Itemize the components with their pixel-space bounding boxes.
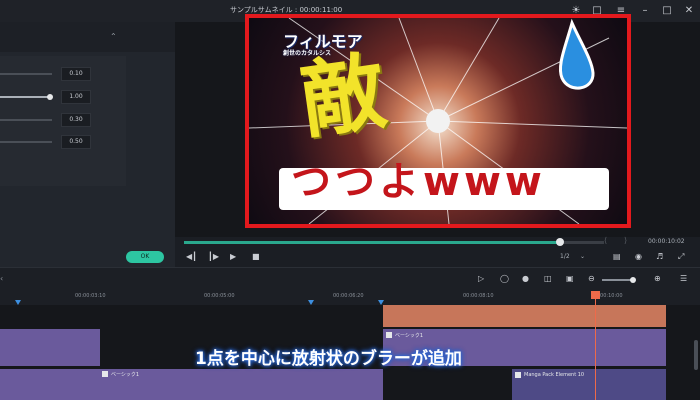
zoom-in-icon[interactable]: ⊕: [654, 274, 661, 283]
chevron-down-icon[interactable]: ⌄: [580, 253, 585, 260]
mic-icon[interactable]: ●: [522, 274, 529, 283]
param-slider[interactable]: [0, 73, 52, 75]
zoom-knob[interactable]: [630, 277, 636, 283]
timeline-toolbar: [0, 267, 700, 292]
thumbnail-big-char: 敵: [294, 41, 392, 151]
ok-button[interactable]: OK: [126, 251, 164, 263]
param-slider[interactable]: [0, 96, 50, 98]
next-marker-icon[interactable]: ⟩: [624, 236, 627, 245]
minimize-icon[interactable]: –: [638, 4, 652, 18]
playback-progress-bar[interactable]: [184, 241, 559, 244]
text-icon: [102, 371, 108, 377]
sweat-drop-shape: [558, 18, 595, 90]
settings-icon[interactable]: ☰: [680, 274, 687, 283]
thumbnail-caption: つつよwww: [291, 159, 546, 205]
param-value-field[interactable]: 0.10: [61, 67, 91, 81]
video-clip[interactable]: [0, 329, 100, 366]
text-icon: [386, 332, 392, 338]
maximize-icon[interactable]: □: [660, 4, 674, 18]
clip-label: Manga Pack Element 10: [524, 372, 585, 378]
playback-progress-remaining[interactable]: [559, 241, 604, 244]
current-timecode: 00:00:10:02: [648, 238, 685, 245]
chevron-up-icon[interactable]: ⌃: [110, 32, 117, 41]
fullscreen-icon[interactable]: ⤢: [678, 252, 684, 262]
prev-marker-icon[interactable]: ⟨: [604, 236, 607, 245]
playhead-handle[interactable]: [591, 291, 600, 299]
page-indicator[interactable]: 1/2: [560, 253, 570, 260]
video-clip-thumbnail[interactable]: [383, 305, 666, 327]
snapshot-icon[interactable]: ▣: [566, 274, 574, 283]
volume-icon[interactable]: ♬: [656, 252, 663, 261]
close-icon[interactable]: ✕: [682, 4, 696, 18]
thumbnail-image: フィルモア 創世のカタルシス 敵 つつよwww: [249, 18, 627, 224]
stop-icon[interactable]: ■: [252, 252, 260, 261]
param-slider[interactable]: [0, 141, 52, 143]
play-icon[interactable]: ▶: [230, 252, 236, 261]
param-value-field[interactable]: 0.50: [61, 135, 91, 149]
zoom-out-icon[interactable]: ⊖: [588, 274, 595, 283]
timeline-playhead[interactable]: [595, 291, 596, 400]
blur-center-dot: [426, 109, 450, 133]
camera-icon[interactable]: ◉: [635, 252, 642, 261]
step-back-icon[interactable]: ◀┃: [186, 252, 197, 261]
ruler-label: 00:00:05:00: [204, 293, 235, 299]
monitor-icon[interactable]: ▤: [613, 252, 621, 261]
vertical-scrollbar[interactable]: [694, 340, 698, 370]
param-value-field[interactable]: 1.00: [61, 90, 91, 104]
render-icon[interactable]: ▷: [478, 274, 484, 283]
shield-icon[interactable]: ◯: [500, 274, 509, 283]
param-value-field[interactable]: 0.30: [61, 113, 91, 127]
thumbnail-preview: フィルモア 創世のカタルシス 敵 つつよwww: [245, 14, 631, 228]
scroll-handle-icon[interactable]: ‹: [0, 274, 3, 283]
title-clip[interactable]: [0, 369, 383, 400]
clip-label: ベーシック1: [395, 333, 424, 339]
ruler-label: 00:00:06:20: [333, 293, 364, 299]
panel-header: [0, 22, 175, 52]
ruler-label: 00:00:08:10: [463, 293, 494, 299]
play-pause-icon[interactable]: ┃▶: [208, 252, 219, 261]
clip-label: ベーシック1: [111, 372, 140, 378]
slider-knob[interactable]: [47, 94, 53, 100]
playhead-knob[interactable]: [556, 238, 564, 246]
element-icon: [515, 372, 521, 378]
layers-icon[interactable]: ◫: [544, 274, 552, 283]
ruler-label: 00:00:03:10: [75, 293, 106, 299]
param-slider[interactable]: [0, 119, 52, 121]
video-subtitle: 1点を中心に放射状のブラーが追加: [195, 349, 462, 369]
